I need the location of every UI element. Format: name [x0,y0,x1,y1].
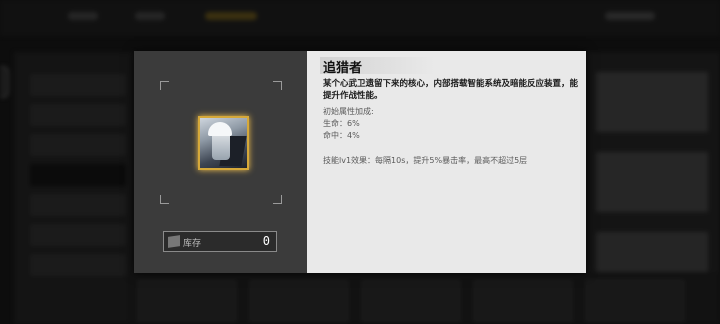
card-art-hair [208,122,232,136]
item-name: 追猎者 [323,61,363,76]
item-card-image [198,116,249,170]
item-preview-panel: 库存 0 [134,51,307,273]
skill-effect: 技能lv1效果：每隔10s，提升5%暴击率，最高不超过5层 [323,156,528,165]
frame-corner-icon [273,81,282,90]
item-description: 某个心武卫遗留下来的核心，内部搭载智能系统及暗能反应装置，能提升作战性能。 [323,79,579,101]
inventory-box-icon [168,235,180,248]
inventory-label: 库存 [183,239,202,249]
frame-corner-icon [160,81,169,90]
frame-corner-icon [160,195,169,204]
item-info-panel: 追猎者 某个心武卫遗留下来的核心，内部搭载智能系统及暗能反应装置，能提升作战性能… [307,51,586,273]
base-stats-heading: 初始属性加成: [323,107,374,116]
inventory-count: 0 [262,234,270,248]
stat-hp: 生命：6% [323,119,360,128]
frame-corner-icon [273,195,282,204]
inventory-box: 库存 0 [163,231,277,252]
item-detail-modal: 库存 0 追猎者 某个心武卫遗留下来的核心，内部搭载智能系统及暗能反应装置，能提… [134,51,586,273]
stat-accuracy: 命中：4% [323,131,360,140]
